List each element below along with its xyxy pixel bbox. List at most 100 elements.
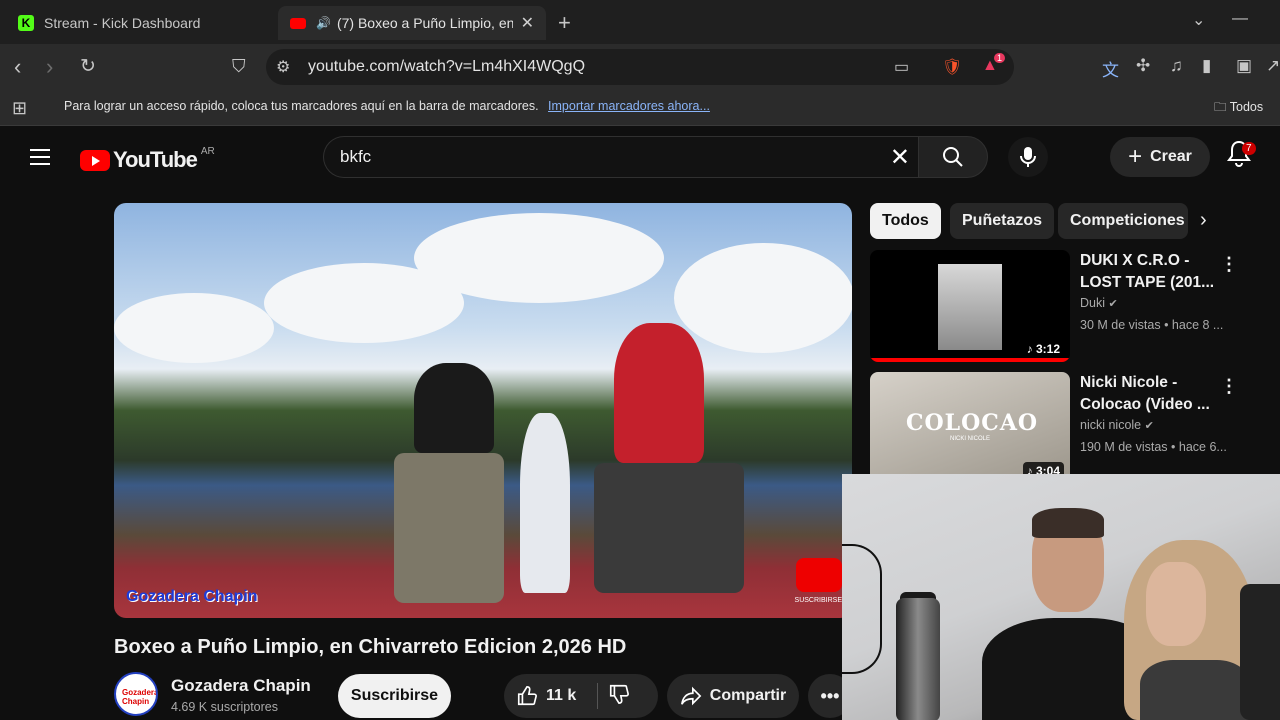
rec-channel-name: nicki nicole bbox=[1080, 418, 1142, 432]
search-box: ✕ bbox=[323, 136, 918, 178]
more-vertical-icon[interactable]: ⋮ bbox=[1220, 376, 1238, 397]
sidebar-icon[interactable]: ▮ bbox=[1202, 56, 1211, 76]
subscribe-badge-icon bbox=[796, 558, 842, 592]
bookmark-icon[interactable]: ⛉ bbox=[232, 56, 246, 77]
new-tab-button[interactable]: + bbox=[558, 10, 571, 36]
folder-icon: 🗀 bbox=[1214, 100, 1227, 114]
watch-progress-bar bbox=[870, 358, 1070, 362]
brave-shields-icon[interactable]: 🛡 bbox=[942, 57, 962, 77]
search-button[interactable] bbox=[918, 136, 988, 178]
person-body bbox=[1140, 660, 1250, 720]
fighter-left bbox=[414, 363, 494, 453]
filter-chips: Todos Puñetazos Competiciones › bbox=[870, 203, 1270, 239]
site-info-icon[interactable]: ⚙ bbox=[276, 57, 290, 77]
more-horizontal-icon: ••• bbox=[820, 685, 840, 706]
browser-toolbar: ‹ › ↻ ⛉ ⚙ youtube.com/watch?v=Lm4hXI4WQg… bbox=[0, 44, 1280, 90]
cast-icon[interactable]: ▭ bbox=[894, 57, 909, 77]
reload-icon[interactable]: ↻ bbox=[80, 55, 96, 78]
country-code: AR bbox=[200, 145, 215, 157]
create-label: Crear bbox=[1150, 148, 1192, 165]
tab-kick-dashboard[interactable]: K Stream - Kick Dashboard bbox=[6, 6, 270, 40]
rec-meta: 30 M de vistas • hace 8 ... bbox=[1080, 318, 1224, 332]
thumbnail-text: COLOCAO bbox=[906, 410, 1039, 436]
back-icon[interactable]: ‹ bbox=[14, 54, 21, 80]
fighter-right-legs bbox=[594, 463, 744, 593]
channel-name[interactable]: Gozadera Chapin bbox=[171, 676, 311, 696]
all-bookmarks-folder[interactable]: 🗀 Todos bbox=[1214, 98, 1263, 119]
thumbnail-photo bbox=[938, 264, 1002, 350]
notifications-button[interactable]: 7 bbox=[1226, 139, 1256, 173]
tab-title: Stream - Kick Dashboard bbox=[44, 15, 201, 31]
verified-icon: ✔ bbox=[1108, 298, 1118, 310]
bookmarks-bar: ⊞ Para lograr un acceso rápido, coloca t… bbox=[0, 90, 1280, 126]
channel-avatar[interactable]: Gozadera Chapin bbox=[114, 672, 158, 716]
subscriber-count: 4.69 K suscriptores bbox=[171, 700, 278, 714]
verified-icon: ✔ bbox=[1144, 420, 1154, 432]
forward-icon[interactable]: › bbox=[46, 54, 53, 80]
dislike-button[interactable] bbox=[598, 683, 630, 710]
chevron-right-icon[interactable]: › bbox=[1200, 209, 1207, 232]
share-icon bbox=[680, 686, 702, 706]
video-thumbnail[interactable]: ♪ 3:12 bbox=[870, 250, 1070, 362]
search-icon bbox=[943, 147, 963, 167]
rec-channel[interactable]: nicki nicole ✔ bbox=[1080, 418, 1154, 432]
fighter-right bbox=[614, 323, 704, 463]
plus-icon: + bbox=[1128, 143, 1143, 170]
like-button[interactable]: 11 k bbox=[504, 683, 598, 709]
thumbs-down-icon bbox=[609, 684, 629, 704]
rec-title[interactable]: Nicki Nicole - Colocao (Video ... bbox=[1080, 372, 1215, 416]
subscribe-button[interactable]: Suscribirse bbox=[338, 674, 451, 718]
close-tab-icon[interactable]: ✕ bbox=[521, 13, 534, 33]
share-label: Compartir bbox=[709, 687, 787, 704]
chip-todos[interactable]: Todos bbox=[870, 203, 941, 239]
share-button[interactable]: Compartir bbox=[667, 674, 799, 718]
youtube-wordmark: YouTube bbox=[113, 147, 198, 172]
video-watermark: Gozadera Chapin bbox=[126, 588, 258, 605]
person-face bbox=[1146, 562, 1206, 646]
rec-channel-name: Duki bbox=[1080, 296, 1106, 310]
url-text[interactable]: youtube.com/watch?v=Lm4hXI4WQgQ bbox=[308, 58, 585, 76]
youtube-header: YouTube AR ✕ + Crear 7 bbox=[0, 127, 1280, 191]
cloud-shape bbox=[114, 293, 274, 363]
voice-search-button[interactable] bbox=[1008, 137, 1048, 177]
thumbs-up-icon bbox=[517, 686, 537, 706]
microphone-icon bbox=[1020, 147, 1036, 167]
speaker-icon[interactable]: 🔊 bbox=[316, 16, 331, 30]
all-bookmarks-label: Todos bbox=[1229, 100, 1264, 114]
referee bbox=[520, 413, 570, 593]
search-input[interactable] bbox=[340, 147, 860, 167]
rec-channel[interactable]: Duki ✔ bbox=[1080, 296, 1118, 310]
rec-title[interactable]: DUKI X C.R.O - LOST TAPE (201... bbox=[1080, 250, 1215, 294]
tab-search-chevron-icon[interactable]: ⌄ bbox=[1192, 10, 1205, 30]
chip-punetazos[interactable]: Puñetazos bbox=[950, 203, 1055, 239]
chip-competiciones[interactable]: Competiciones bbox=[1058, 203, 1188, 239]
more-vertical-icon[interactable]: ⋮ bbox=[1220, 254, 1238, 275]
bookmarks-message-text: Para lograr un acceso rápido, coloca tus… bbox=[64, 99, 539, 113]
address-bar[interactable]: ⚙ youtube.com/watch?v=Lm4hXI4WQgQ ▭ 🛡 ▲ … bbox=[266, 49, 1014, 85]
video-thumbnail[interactable]: COLOCAO NICKI NICOLE ♪ 3:04 bbox=[870, 372, 1070, 484]
clear-search-icon[interactable]: ✕ bbox=[890, 143, 910, 172]
music-note-icon: ♪ bbox=[1026, 342, 1036, 356]
avatar-text: Gozadera Chapin bbox=[122, 688, 158, 706]
youtube-logo[interactable]: YouTube AR bbox=[80, 145, 215, 173]
vpn-icon[interactable]: ↗ bbox=[1266, 56, 1280, 76]
person-woman bbox=[1124, 540, 1254, 720]
create-button[interactable]: + Crear bbox=[1110, 137, 1210, 177]
extensions-icon[interactable]: ✣ bbox=[1136, 56, 1150, 76]
minimize-window-icon[interactable]: — bbox=[1232, 10, 1248, 28]
menu-icon[interactable] bbox=[30, 149, 50, 170]
browser-tab-bar: K Stream - Kick Dashboard 🔊 (7) Boxeo a … bbox=[0, 0, 1280, 44]
recommended-video[interactable]: ♪ 3:12 DUKI X C.R.O - LOST TAPE (201... … bbox=[870, 250, 1270, 362]
tab-youtube-video[interactable]: 🔊 (7) Boxeo a Puño Limpio, en C ✕ bbox=[278, 6, 546, 40]
person-hair bbox=[1032, 508, 1104, 538]
media-controls-icon[interactable]: ♫ bbox=[1170, 56, 1183, 76]
video-player[interactable]: Gozadera Chapin SUSCRIBIRSE bbox=[114, 203, 852, 618]
translate-icon[interactable]: 文 bbox=[1102, 56, 1119, 81]
subscribe-badge-text: SUSCRIBIRSE bbox=[794, 597, 842, 604]
import-bookmarks-link[interactable]: Importar marcadores ahora... bbox=[548, 99, 710, 113]
recommended-video[interactable]: COLOCAO NICKI NICOLE ♪ 3:04 Nicki Nicole… bbox=[870, 372, 1270, 484]
kick-favicon-icon: K bbox=[18, 15, 34, 31]
apps-grid-icon[interactable]: ⊞ bbox=[12, 98, 27, 119]
notification-count-badge: 7 bbox=[1242, 142, 1256, 155]
wallet-icon[interactable]: ▣ bbox=[1236, 56, 1252, 76]
